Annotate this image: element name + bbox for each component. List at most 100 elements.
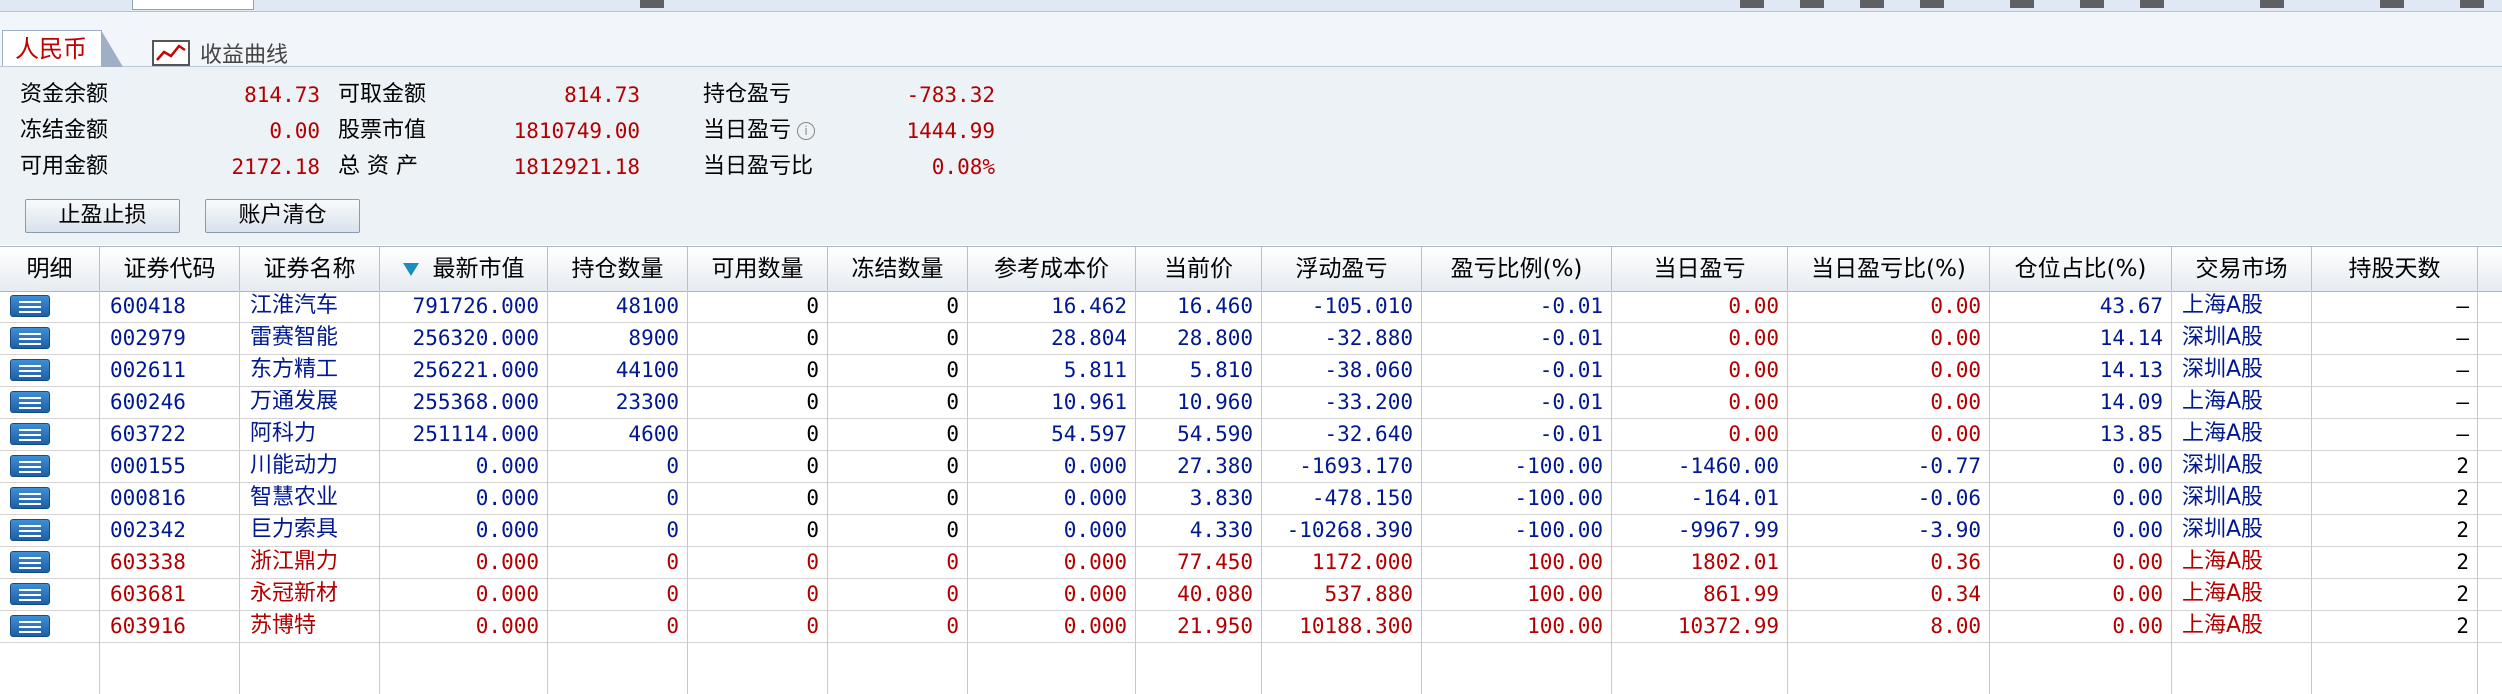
cell-detail[interactable] [0,546,100,578]
cell-qty: 8900 [548,322,688,354]
cell-available-qty: 0 [688,290,828,322]
table-row[interactable]: 603722 阿科力 251114.000 4600 0 0 54.597 54.590 -32… [0,418,2502,451]
header-holding-days[interactable]: 持股天数 [2312,247,2478,291]
detail-list-icon[interactable] [10,423,50,445]
header-market[interactable]: 交易市场 [2172,247,2312,291]
table-row[interactable]: 603338 浙江鼎力 0.000 0 0 0 0.000 77.450 1172.000 100… [0,546,2502,579]
cell-current-price: 54.590 [1136,418,1262,450]
detail-list-icon[interactable] [10,295,50,317]
cell-detail[interactable] [0,386,100,418]
cell-current-price: 21.950 [1136,610,1262,642]
table-row[interactable]: 002342 巨力索具 0.000 0 0 0 0.000 4.330 -10268.390 -1… [0,514,2502,547]
header-label: 当日盈亏比(%) [1811,256,1966,282]
header-label: 明细 [26,256,73,282]
cell-detail[interactable] [0,354,100,386]
header-cost-price[interactable]: 参考成本价 [968,247,1136,291]
header-weight-pct[interactable]: 仓位占比(%) [1990,247,2172,291]
header-pnl-pct[interactable]: 盈亏比例(%) [1422,247,1612,291]
cell-holding-days: 2 [2312,514,2478,546]
header-qty[interactable]: 持仓数量 [548,247,688,291]
detail-list-icon[interactable] [10,615,50,637]
cell-day-pnl: 861.99 [1612,578,1788,610]
tab-profit-curve[interactable]: 收益曲线 [152,36,288,70]
cell-qty: 23300 [548,386,688,418]
header-day-pnl[interactable]: 当日盈亏 [1612,247,1788,291]
cell-frozen-qty: 0 [828,514,968,546]
cell-detail[interactable] [0,450,100,482]
detail-list-icon[interactable] [10,551,50,573]
cell-market: 上海A股 [2172,418,2312,450]
cell-detail[interactable] [0,482,100,514]
header-label: 当前价 [1164,256,1233,282]
table-row[interactable]: 600246 万通发展 255368.000 23300 0 0 10.961 10.960-… [0,386,2502,419]
cell-day-pnl-pct: -0.77 [1788,450,1990,482]
header-day-pnl-pct[interactable]: 当日盈亏比(%) [1788,247,1990,291]
cell-detail[interactable] [0,514,100,546]
top-input-field[interactable] [132,0,254,10]
cell-name: 川能动力 [240,450,380,482]
cell-market: 上海A股 [2172,546,2312,578]
detail-list-icon[interactable] [10,487,50,509]
cell-market: 深圳A股 [2172,322,2312,354]
column-divider [1787,642,1788,694]
detail-list-icon[interactable] [10,455,50,477]
header-code[interactable]: 证券代码 [100,247,240,291]
cell-pnl-pct: -100.00 [1422,514,1612,546]
table-row[interactable]: 002611 东方精工 256221.000 44100 0 0 5.811 5.810 -38… [0,354,2502,387]
cell-market-value: 0.000 [380,450,548,482]
header-market-value[interactable]: 最新市值 [380,247,548,291]
column-divider [827,642,828,694]
account-summary-panel: 资金余额 814.73 可取金额 814.73 持仓盈亏 -783.32 冻结金… [0,67,2502,245]
stop-loss-button[interactable]: 止盈止损 [25,199,180,233]
cell-detail[interactable] [0,418,100,450]
cell-day-pnl: 0.00 [1612,290,1788,322]
detail-list-icon[interactable] [10,327,50,349]
cell-holding-days: — [2312,290,2478,322]
table-row[interactable]: 002979 雷赛智能 256320.000 8900 0 0 28.804 28.800 -3… [0,322,2502,355]
cell-code: 000816 [100,482,240,514]
header-label: 最新市值 [432,256,525,282]
cell-detail[interactable] [0,578,100,610]
cell-qty: 0 [548,514,688,546]
cell-float-pnl: -478.150 [1262,482,1422,514]
tab-rmb[interactable]: 人民币 [2,30,123,67]
clear-account-button[interactable]: 账户清仓 [205,199,360,233]
cell-day-pnl: -1460.00 [1612,450,1788,482]
header-name[interactable]: 证券名称 [240,247,380,291]
table-row[interactable]: 600418 江淮汽车 791726.000 48100 0 0 16.462 16.460-… [0,290,2502,323]
cell-detail[interactable] [0,610,100,642]
info-icon[interactable]: i [797,122,816,140]
cell-weight-pct: 0.00 [1990,482,2172,514]
cell-name: 浙江鼎力 [240,546,380,578]
header-frozen-qty[interactable]: 冻结数量 [828,247,968,291]
cell-detail[interactable] [0,290,100,322]
cell-weight-pct: 14.09 [1990,386,2172,418]
detail-list-icon[interactable] [10,583,50,605]
cell-name: 东方精工 [240,354,380,386]
header-float-pnl[interactable]: 浮动盈亏 [1262,247,1422,291]
cell-day-pnl: -164.01 [1612,482,1788,514]
cash-balance-label: 资金余额 [20,82,109,107]
table-row[interactable]: 000155 川能动力 0.000 0 0 0 0.000 27.380 -1693.170 -1… [0,450,2502,483]
detail-list-icon[interactable] [10,359,50,381]
cell-code: 000155 [100,450,240,482]
header-available-qty[interactable]: 可用数量 [688,247,828,291]
cell-cost-price: 28.804 [968,322,1136,354]
cell-current-price: 77.450 [1136,546,1262,578]
table-row[interactable]: 603681 永冠新材 0.000 0 0 0 0.000 40.080 537.880 100.… [0,578,2502,611]
cell-day-pnl-pct: 0.00 [1788,322,1990,354]
column-divider [2311,642,2312,694]
table-row[interactable]: 000816 智慧农业 0.000 0 0 0 0.000 3.830 -478.150 -100… [0,482,2502,515]
detail-list-icon[interactable] [10,519,50,541]
cell-weight-pct: 14.13 [1990,354,2172,386]
cell-detail[interactable] [0,322,100,354]
top-toolbar-fragment [2380,0,2404,8]
header-detail[interactable]: 明细 [0,247,100,291]
cell-market-value: 256221.000 [380,354,548,386]
cell-market: 上海A股 [2172,610,2312,642]
table-row[interactable]: 603916 苏博特 0.000 0 0 0 0.000 21.950 10188.300 100… [0,610,2502,643]
cell-cost-price: 0.000 [968,578,1136,610]
cell-current-price: 4.330 [1136,514,1262,546]
header-current-price[interactable]: 当前价 [1136,247,1262,291]
detail-list-icon[interactable] [10,391,50,413]
